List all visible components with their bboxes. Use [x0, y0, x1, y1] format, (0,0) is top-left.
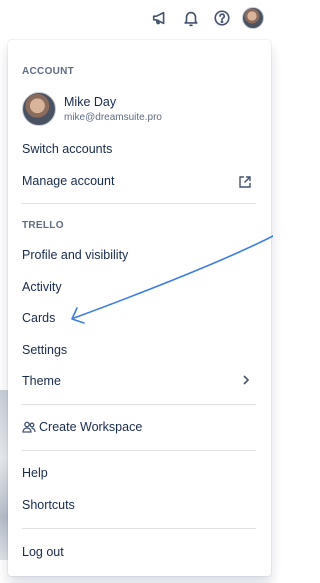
megaphone-icon[interactable] [150, 8, 170, 28]
account-avatar [22, 92, 56, 126]
profile-visibility-item[interactable]: Profile and visibility [22, 245, 252, 265]
divider [22, 404, 256, 405]
top-bar [0, 0, 273, 36]
section-label-account: ACCOUNT [22, 66, 75, 77]
activity-item[interactable]: Activity [22, 277, 252, 297]
external-link-icon [239, 176, 251, 188]
manage-account-item[interactable]: Manage account [22, 171, 252, 191]
manage-account-label: Manage account [22, 174, 115, 188]
people-icon [22, 421, 36, 433]
avatar[interactable] [242, 7, 264, 29]
switch-accounts-item[interactable]: Switch accounts [22, 139, 252, 159]
account-menu: ACCOUNT Mike Day mike@dreamsuite.pro Swi… [8, 40, 271, 576]
account-email: mike@dreamsuite.pro [64, 112, 162, 123]
divider [22, 450, 256, 451]
account-name: Mike Day [64, 95, 117, 109]
divider [22, 203, 256, 204]
log-out-item[interactable]: Log out [22, 542, 252, 562]
theme-item[interactable]: Theme [22, 371, 252, 391]
bell-icon[interactable] [181, 8, 201, 28]
create-workspace-item[interactable]: Create Workspace [39, 417, 239, 437]
shortcuts-item[interactable]: Shortcuts [22, 495, 252, 515]
divider [22, 528, 256, 529]
cards-item[interactable]: Cards [22, 308, 252, 328]
help-icon[interactable] [212, 8, 232, 28]
chevron-right-icon [243, 375, 250, 385]
section-label-trello: TRELLO [22, 220, 64, 231]
settings-item[interactable]: Settings [22, 340, 252, 360]
theme-label: Theme [22, 374, 61, 388]
help-item[interactable]: Help [22, 463, 252, 483]
